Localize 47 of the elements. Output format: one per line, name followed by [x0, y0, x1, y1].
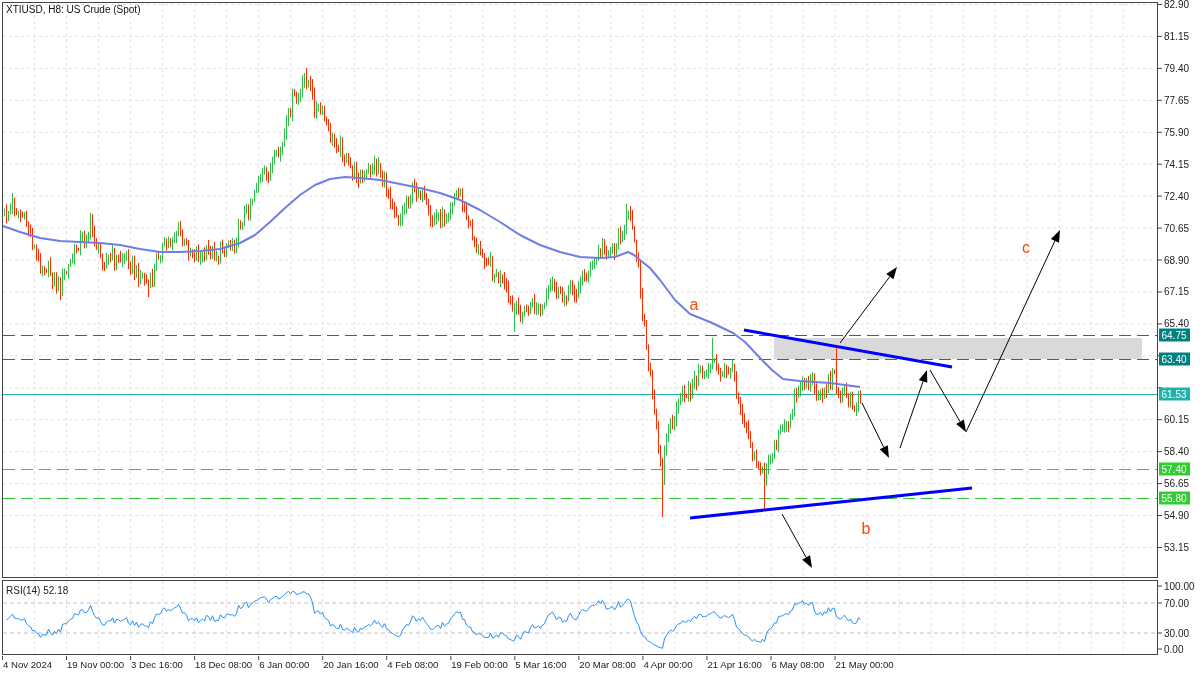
price-label: 53.15	[1164, 542, 1190, 553]
price-level-tag: 61.53	[1159, 387, 1190, 401]
price-level-tag: 57.40	[1159, 462, 1190, 476]
date-label: 21 May 00:00	[835, 659, 894, 670]
price-label: 81.15	[1164, 30, 1190, 42]
price-label: 70.65	[1164, 222, 1190, 234]
price-level-tag: 55.80	[1159, 491, 1190, 505]
date-label: 6 Jan 00:00	[259, 659, 310, 670]
forecast-arrow	[781, 513, 812, 568]
date-label: 6 May 08:00	[771, 659, 825, 670]
date-label: 19 Nov 00:00	[67, 659, 125, 670]
wave-label: c	[1022, 239, 1030, 256]
date-label: 21 Apr 16:00	[707, 659, 762, 670]
rsi-scale-label: 30.00	[1164, 627, 1190, 639]
wave-label: b	[861, 520, 871, 537]
price-level-tag: 63.40	[1159, 352, 1190, 366]
date-label: 4 Feb 08:00	[387, 659, 439, 670]
price-label: 56.65	[1164, 478, 1190, 490]
price-label: 60.15	[1164, 414, 1190, 426]
rsi-axis	[1158, 585, 1163, 650]
date-label: 19 Feb 00:00	[451, 659, 508, 670]
date-label: 4 Apr 00:00	[643, 659, 693, 670]
rsi-label: RSI(14) 52.18	[6, 584, 69, 596]
price-label: 82.90	[1164, 0, 1190, 10]
date-label: 3 Dec 16:00	[131, 659, 183, 670]
price-level-tag: 64.75	[1159, 328, 1190, 342]
rsi-scale-label: 70.00	[1164, 597, 1190, 609]
price-label: 74.15	[1164, 158, 1190, 170]
price-label: 54.90	[1164, 510, 1190, 522]
price-label: 75.90	[1164, 126, 1190, 138]
wave-label: a	[689, 296, 699, 313]
price-label: 79.40	[1164, 62, 1190, 74]
price-label: 77.65	[1164, 94, 1190, 106]
rsi-scale-label: 100.00	[1164, 580, 1195, 592]
date-label: 20 Mar 08:00	[579, 659, 636, 670]
date-label: 4 Nov 2024	[3, 659, 53, 670]
chart-title: XTIUSD, H8: US Crude (Spot)	[6, 4, 141, 15]
rsi-scale-label: 0.00	[1164, 643, 1184, 655]
price-label: 68.90	[1164, 254, 1190, 266]
price-label: 67.15	[1164, 286, 1190, 298]
price-label: 65.40	[1164, 318, 1190, 330]
forecast-arrow	[861, 402, 889, 458]
date-label: 18 Dec 08:00	[195, 659, 253, 670]
price-label: 72.40	[1164, 190, 1190, 202]
price-label: 58.40	[1164, 446, 1190, 458]
date-label: 20 Jan 16:00	[323, 659, 379, 670]
date-label: 5 Mar 16:00	[515, 659, 567, 670]
